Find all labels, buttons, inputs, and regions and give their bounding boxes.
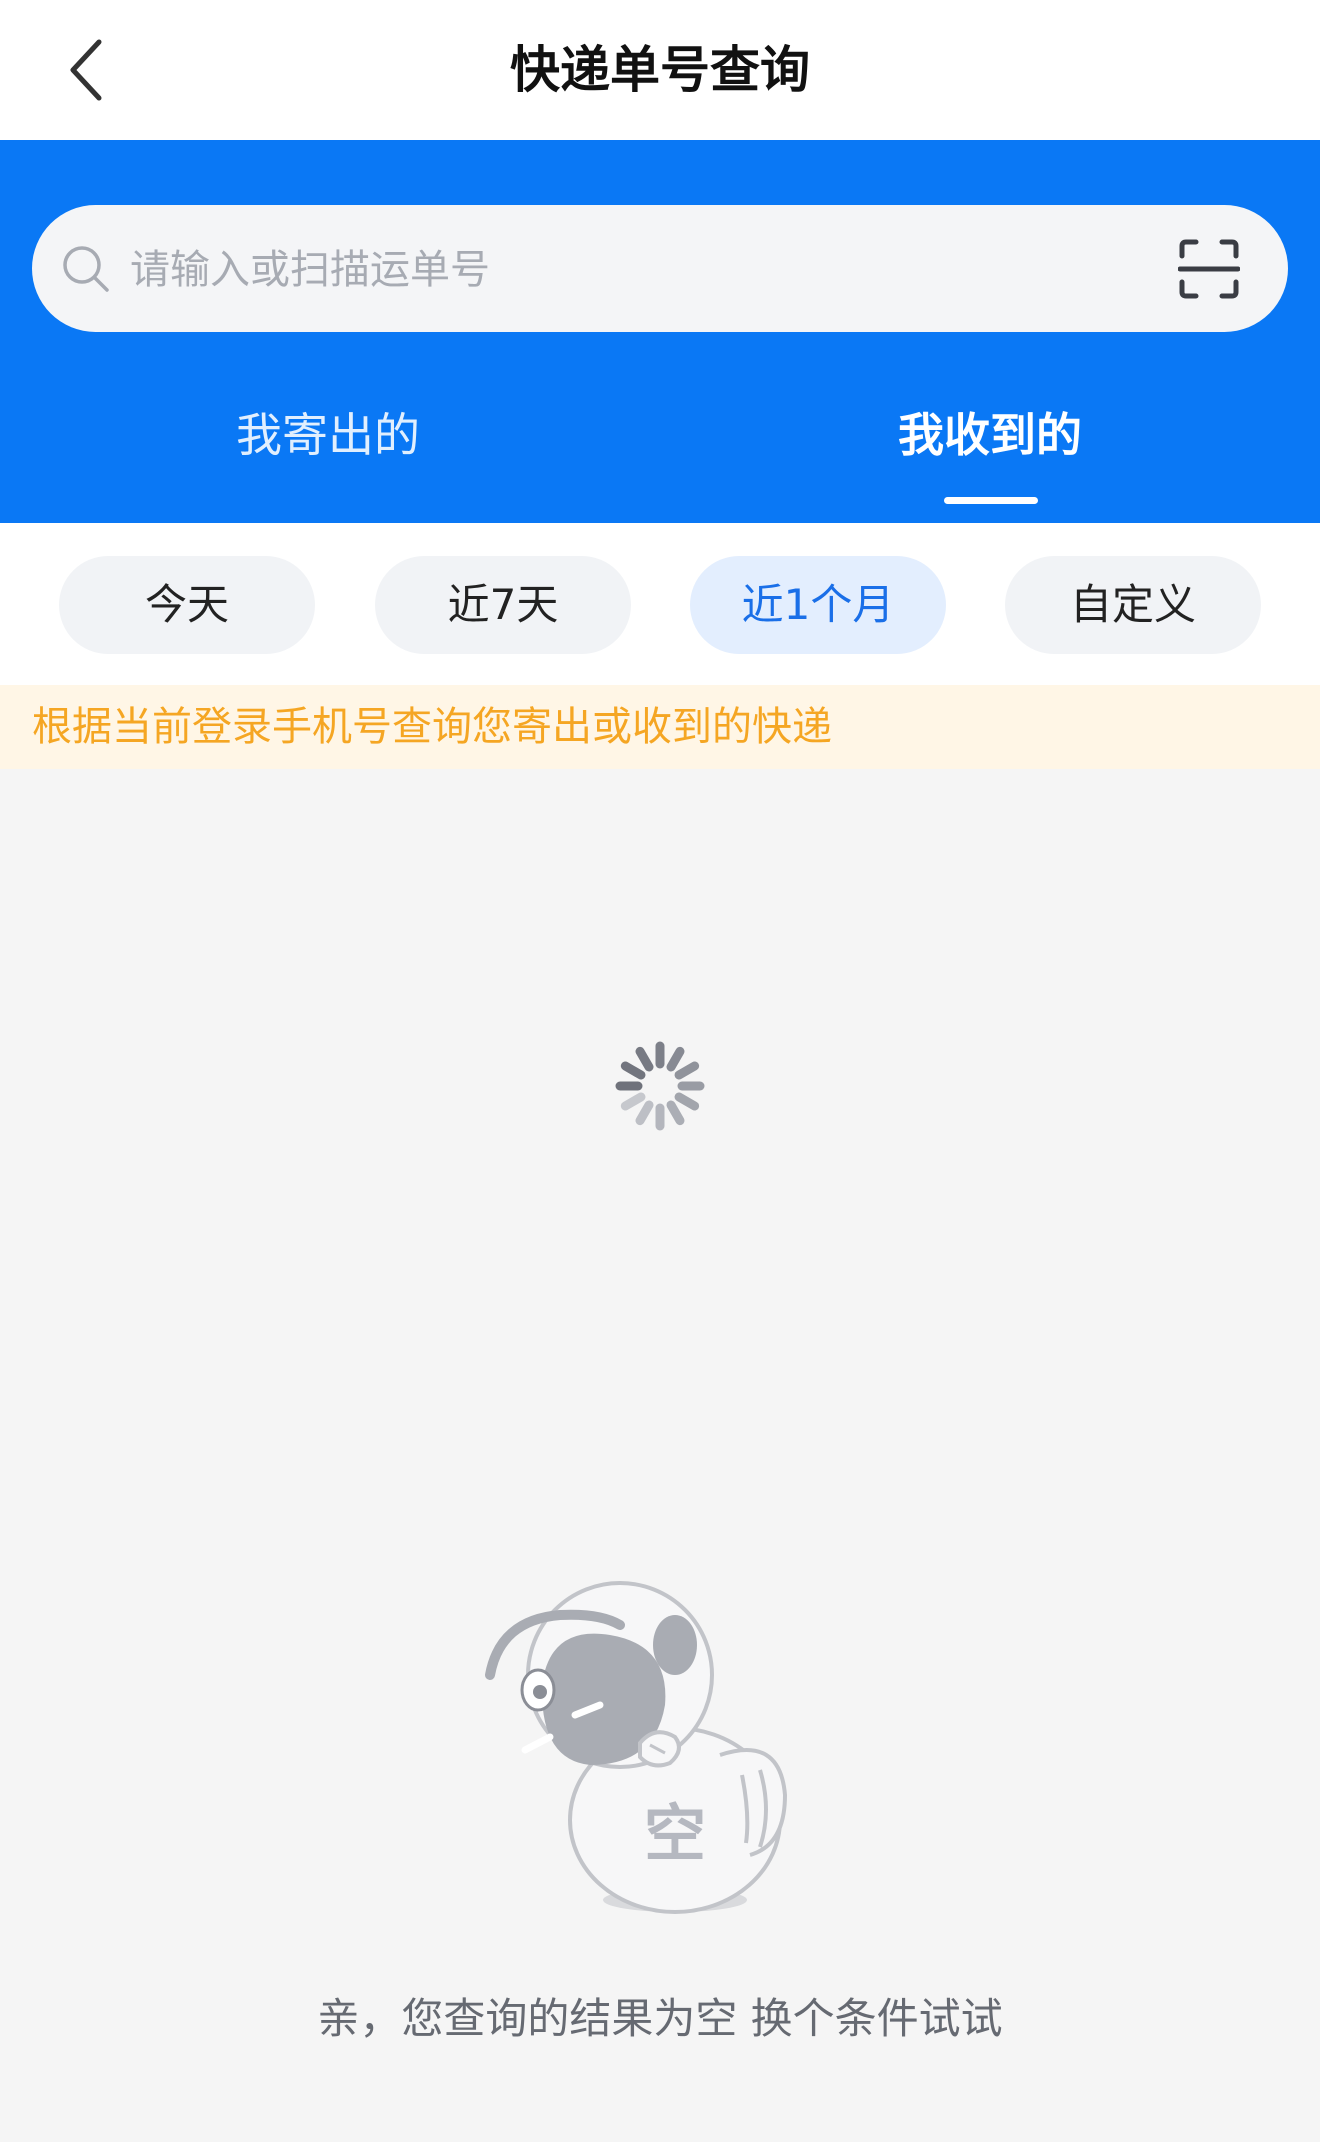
empty-state-message: 亲，您查询的结果为空 换个条件试试	[317, 1994, 1003, 2043]
back-arrow-icon	[70, 39, 102, 101]
active-tab-indicator	[944, 497, 1038, 504]
filter-chip-7-days[interactable]: 近7天	[375, 556, 631, 654]
back-button[interactable]	[50, 30, 120, 110]
search-box	[32, 205, 1288, 332]
notice-banner: 根据当前登录手机号查询您寄出或收到的快递	[0, 685, 1320, 769]
search-icon	[63, 246, 109, 292]
tab-received[interactable]: 我收到的	[790, 400, 1190, 510]
date-filter-bar: 今天 近7天 近1个月 自定义	[0, 523, 1320, 685]
top-nav-bar: 快递单号查询	[0, 0, 1320, 140]
loading-spinner-icon	[615, 1041, 705, 1131]
search-input[interactable]	[128, 229, 1132, 311]
tab-sent[interactable]: 我寄出的	[128, 400, 528, 510]
empty-glyph: 空	[643, 1797, 706, 1870]
filter-chip-today[interactable]: 今天	[59, 556, 315, 654]
filter-chip-1-month[interactable]: 近1个月	[690, 556, 946, 654]
express-query-page: 快递单号查询 我寄出的 我收到的 今天	[0, 0, 1320, 2142]
page-title: 快递单号查询	[510, 41, 810, 99]
blue-header: 我寄出的 我收到的	[0, 140, 1320, 523]
scan-icon[interactable]	[1178, 238, 1240, 300]
filter-chip-custom[interactable]: 自定义	[1005, 556, 1261, 654]
